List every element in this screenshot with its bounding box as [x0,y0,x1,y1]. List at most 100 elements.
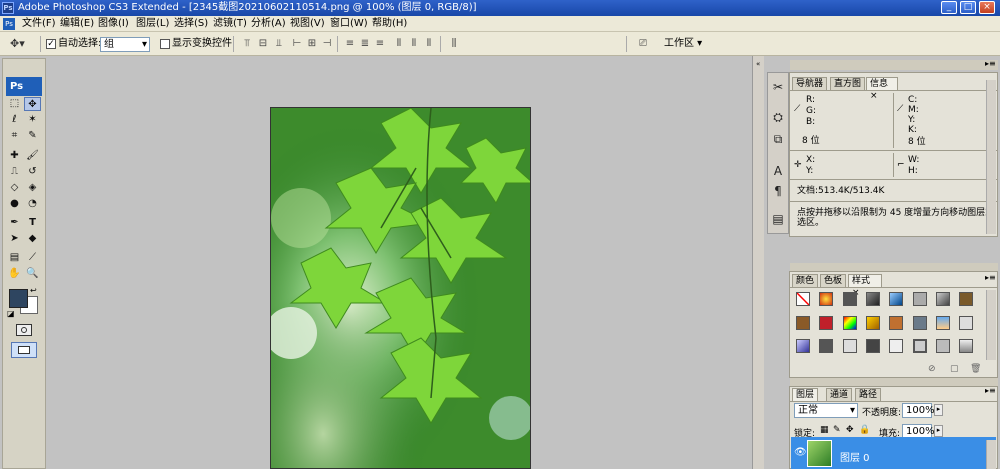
style-swatch[interactable] [913,339,927,353]
info-panel-scrollbar[interactable] [986,80,996,234]
healing-brush-tool-icon[interactable]: ✚ [6,149,23,163]
distribute-vcenter-icon[interactable]: ≣ [358,37,372,51]
history-brush-tool-icon[interactable]: ↺ [24,165,41,179]
style-swatch[interactable] [819,339,833,353]
move-tool-preset-icon[interactable]: ✥▾ [10,37,25,50]
actions-dock-icon[interactable]: ⧉ [769,130,787,148]
lock-transparent-icon[interactable]: ▦ [820,425,829,435]
align-right-icon[interactable]: ⊣ [320,37,334,51]
lock-position-icon[interactable]: ✥ [846,425,854,435]
align-hcenter-icon[interactable]: ⊞ [305,37,319,51]
style-swatch[interactable] [959,316,973,330]
pen-tool-icon[interactable]: ✒ [6,216,23,230]
slice-tool-icon[interactable]: ✎ [24,129,41,143]
marquee-tool-icon[interactable]: ⬚ [6,97,23,111]
menu-layer[interactable]: 图层(L) [136,17,169,31]
panel-menu-icon[interactable]: ▸≡ [985,273,996,282]
tab-histogram[interactable]: 直方图 [830,77,866,90]
delete-style-icon[interactable]: 🗑 [970,364,981,374]
opacity-slider-button[interactable]: ▸ [934,404,943,416]
menu-file[interactable]: 文件(F) [22,17,56,31]
menu-view[interactable]: 视图(V) [290,17,325,31]
brush-tool-icon[interactable]: 🖌 [24,149,41,163]
distribute-right-icon[interactable]: ⦀ [422,37,436,51]
panel-collapse-strip[interactable] [752,56,764,469]
opacity-input[interactable]: 100% [902,403,935,418]
tab-navigator[interactable]: 导航器 [792,77,828,90]
menu-window[interactable]: 窗口(W) [330,17,368,31]
blur-tool-icon[interactable]: ● [6,197,23,211]
paragraph-dock-icon[interactable]: ¶ [769,182,787,200]
magic-wand-tool-icon[interactable]: ✶ [24,113,41,127]
style-swatch[interactable] [843,292,857,306]
distribute-top-icon[interactable]: ≡ [343,37,357,51]
menu-image[interactable]: 图像(I) [98,17,129,31]
style-swatch[interactable] [959,292,973,306]
eye-icon[interactable]: 👁 [794,447,807,458]
close-icon[interactable]: × [870,91,878,101]
lock-all-icon[interactable]: 🔒 [859,425,870,435]
auto-align-layers-icon[interactable]: ⫼ [447,37,461,51]
layer-thumbnail[interactable] [807,440,832,467]
tab-channels[interactable]: 通道 [826,388,853,401]
notes-tool-icon[interactable]: ▤ [6,251,23,265]
style-swatch[interactable] [843,316,857,330]
minimize-button[interactable]: _ [941,1,957,14]
shape-tool-icon[interactable]: ◆ [24,232,41,246]
ps-logo[interactable]: Ps [6,77,42,96]
bridge-icon[interactable]: ⎚ [633,37,653,51]
distribute-hcenter-icon[interactable]: ⦀ [407,37,421,51]
style-swatch[interactable] [866,316,880,330]
align-vcenter-icon[interactable]: ⊟ [256,37,270,51]
tab-styles[interactable]: 样式 × [848,274,882,298]
restore-button[interactable]: □ [960,1,976,14]
menu-analysis[interactable]: 分析(A) [251,17,286,31]
move-tool-icon[interactable]: ✥ [24,97,41,111]
path-selection-tool-icon[interactable]: ➤ [6,232,23,246]
align-top-icon[interactable]: ⫪ [240,37,254,51]
collapse-arrows-icon[interactable]: « [756,60,760,68]
style-swatch[interactable] [796,339,810,353]
auto-select-dropdown[interactable]: 组 ▾ [100,37,150,52]
style-swatch[interactable] [889,339,903,353]
tab-info[interactable]: 信息 × [866,77,898,101]
eraser-tool-icon[interactable]: ◇ [6,181,23,195]
clear-style-icon[interactable]: ⊘ [928,364,936,374]
layers-scrollbar[interactable] [986,440,996,469]
style-swatch[interactable] [819,316,833,330]
tab-paths[interactable]: 路径 [855,388,882,401]
style-swatch[interactable] [936,339,950,353]
style-swatch[interactable] [913,292,927,306]
show-transform-checkbox[interactable] [160,39,170,49]
lock-image-icon[interactable]: ✎ [833,425,841,435]
menu-filter[interactable]: 滤镜(T) [213,17,247,31]
tab-color[interactable]: 颜色 [792,274,819,287]
zoom-tool-icon[interactable]: 🔍 [24,267,41,281]
align-left-icon[interactable]: ⊢ [290,37,304,51]
new-style-icon[interactable]: ▢ [950,364,959,374]
swap-colors-icon[interactable]: ↩ [30,286,37,295]
panel-menu-icon[interactable]: ▸≡ [985,386,996,395]
character-dock-icon[interactable]: A [769,162,787,180]
tab-layers[interactable]: 图层 [792,388,819,401]
style-swatch[interactable] [866,339,880,353]
eyedropper-tool-icon[interactable]: ⟋ [24,251,41,265]
menu-edit[interactable]: 编辑(E) [60,17,94,31]
blend-mode-dropdown[interactable]: 正常 ▾ [794,403,858,418]
clone-stamp-tool-icon[interactable]: ⎍ [6,165,23,179]
hand-tool-icon[interactable]: ✋ [6,267,23,281]
style-swatch[interactable] [889,292,903,306]
style-swatch[interactable] [936,292,950,306]
style-swatch[interactable] [913,316,927,330]
close-button[interactable]: × [979,1,995,14]
align-bottom-icon[interactable]: ⫫ [272,37,286,51]
menu-select[interactable]: 选择(S) [174,17,208,31]
lasso-tool-icon[interactable]: ℓ [6,113,23,127]
screen-mode-icon[interactable] [11,342,37,358]
document-icon[interactable]: Ps [3,18,15,30]
style-swatch[interactable] [866,292,880,306]
style-swatch[interactable] [889,316,903,330]
quick-mask-icon[interactable] [16,324,32,336]
fill-slider-button[interactable]: ▸ [934,425,943,437]
foreground-color-swatch[interactable] [9,289,28,308]
